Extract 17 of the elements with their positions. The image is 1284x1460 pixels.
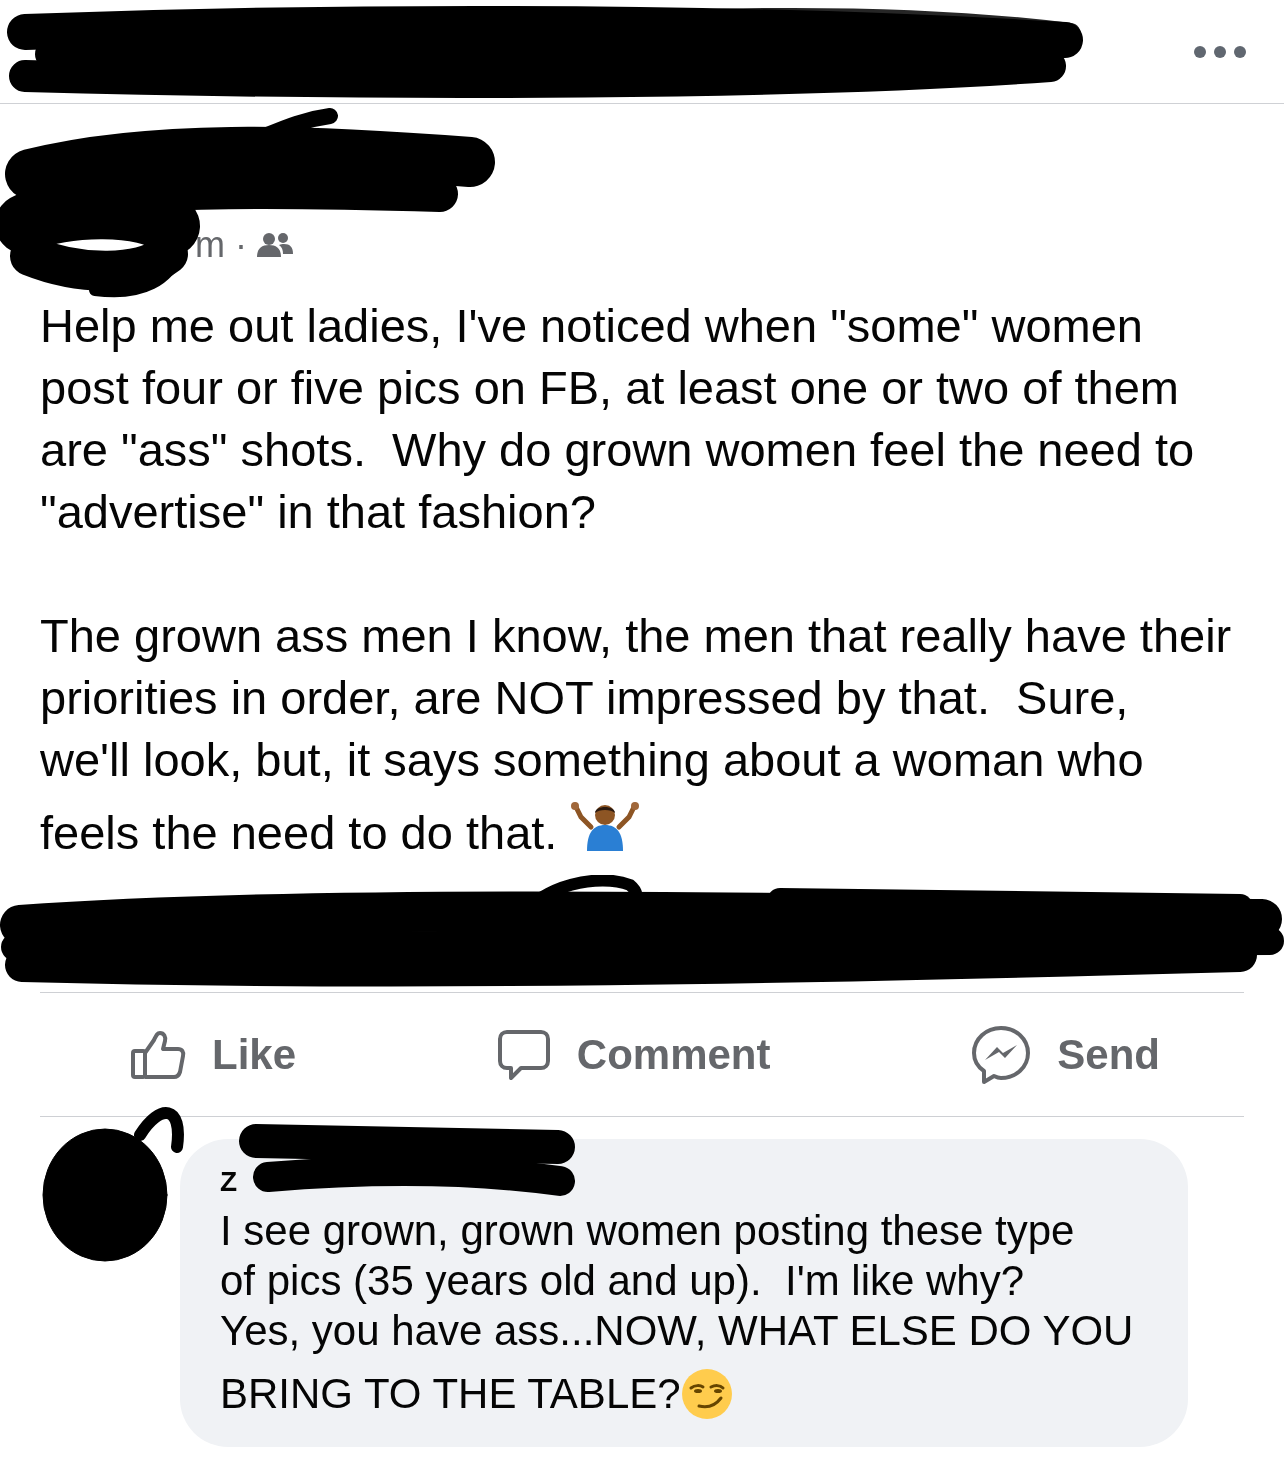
comment-text: I see grown, grown women posting these type of pics (35 years old and up). I'm like why? Yes, you have ass...NOW, WHAT ELSE DO YOU: [220, 1206, 1134, 1356]
post-time: m: [195, 225, 225, 265]
comment-text: BRING TO THE TABLE?: [220, 1369, 681, 1419]
friends-icon: [257, 232, 293, 258]
comment-author[interactable]: Z: [220, 1166, 238, 1197]
comment-button[interactable]: Comment: [486, 1020, 781, 1089]
like-button[interactable]: Like: [120, 1021, 307, 1088]
thumbs-up-icon: [130, 1029, 186, 1080]
smirking-face-icon: [680, 1368, 733, 1420]
shrugging-person-icon: [569, 801, 642, 851]
more-options-icon[interactable]: [1194, 45, 1246, 58]
time-separator: ·: [235, 225, 247, 265]
post-text: feels the need to do that.: [40, 805, 558, 861]
zigzag-bubble-icon: [971, 1024, 1032, 1085]
speech-bubble-icon: [496, 1028, 551, 1081]
post-text: Help me out ladies, I've noticed when "some" women post four or five pics on FB, at least one or two of them are "ass" shots. Why do grown women feel the need to "advertise" in that fashion?: [40, 298, 1195, 540]
send-button[interactable]: Send: [961, 1016, 1170, 1093]
